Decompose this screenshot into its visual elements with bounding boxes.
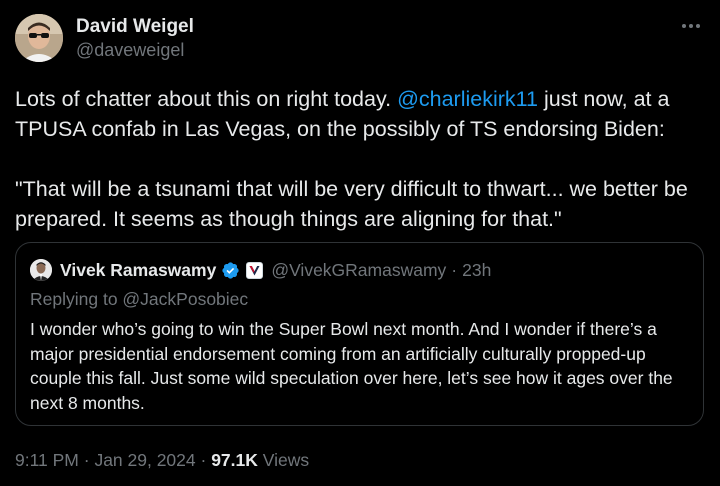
more-horizontal-icon <box>682 24 700 28</box>
replying-to: Replying to @JackPosobiec <box>30 289 249 309</box>
tweet-time[interactable]: 9:11 PM <box>15 450 79 470</box>
views-label: Views <box>257 450 310 470</box>
author-avatar[interactable] <box>15 14 63 62</box>
meta-separator-2: · <box>195 450 212 470</box>
quoted-avatar-image <box>30 259 52 281</box>
quoted-tweet-text: I wonder who’s going to win the Super Bo… <box>30 319 673 413</box>
meta-separator: · <box>78 450 95 470</box>
author-handle[interactable]: @daveweigel <box>76 40 184 61</box>
mention-link[interactable]: @charliekirk11 <box>397 87 538 111</box>
avatar-image <box>15 14 63 62</box>
views-count[interactable]: 97.1K <box>211 450 258 470</box>
quoted-tweet-header: Vivek Ramaswamy @VivekGRamaswamy · 23h <box>30 259 491 281</box>
affiliate-v-badge-icon[interactable] <box>246 261 264 279</box>
tweet-paragraph: Lots of chatter about this on right toda… <box>15 84 705 144</box>
quoted-author-handle[interactable]: @VivekGRamaswamy <box>271 260 446 281</box>
quoted-tweet-card[interactable]: Vivek Ramaswamy @VivekGRamaswamy · 23h R… <box>15 242 704 426</box>
tweet-metadata: 9:11 PM · Jan 29, 2024 · 97.1K Views <box>15 450 309 471</box>
quoted-author-name[interactable]: Vivek Ramaswamy <box>60 260 216 281</box>
quoted-author-avatar[interactable] <box>30 259 52 281</box>
tweet-quote-paragraph: "That will be a tsunami that will be ver… <box>15 177 688 231</box>
quoted-separator: · <box>451 259 458 280</box>
more-options-button[interactable] <box>676 14 706 38</box>
tweet-text-start: Lots of chatter about this on right toda… <box>15 87 398 111</box>
tweet-text: Lots of chatter about this on right toda… <box>15 84 705 234</box>
author-name[interactable]: David Weigel <box>76 16 194 38</box>
tweet-date[interactable]: Jan 29, 2024 <box>94 450 195 470</box>
quoted-timestamp[interactable]: 23h <box>462 260 491 281</box>
tweet: David Weigel @daveweigel Lots of chatter… <box>0 0 720 486</box>
verified-badge-icon <box>221 261 240 280</box>
